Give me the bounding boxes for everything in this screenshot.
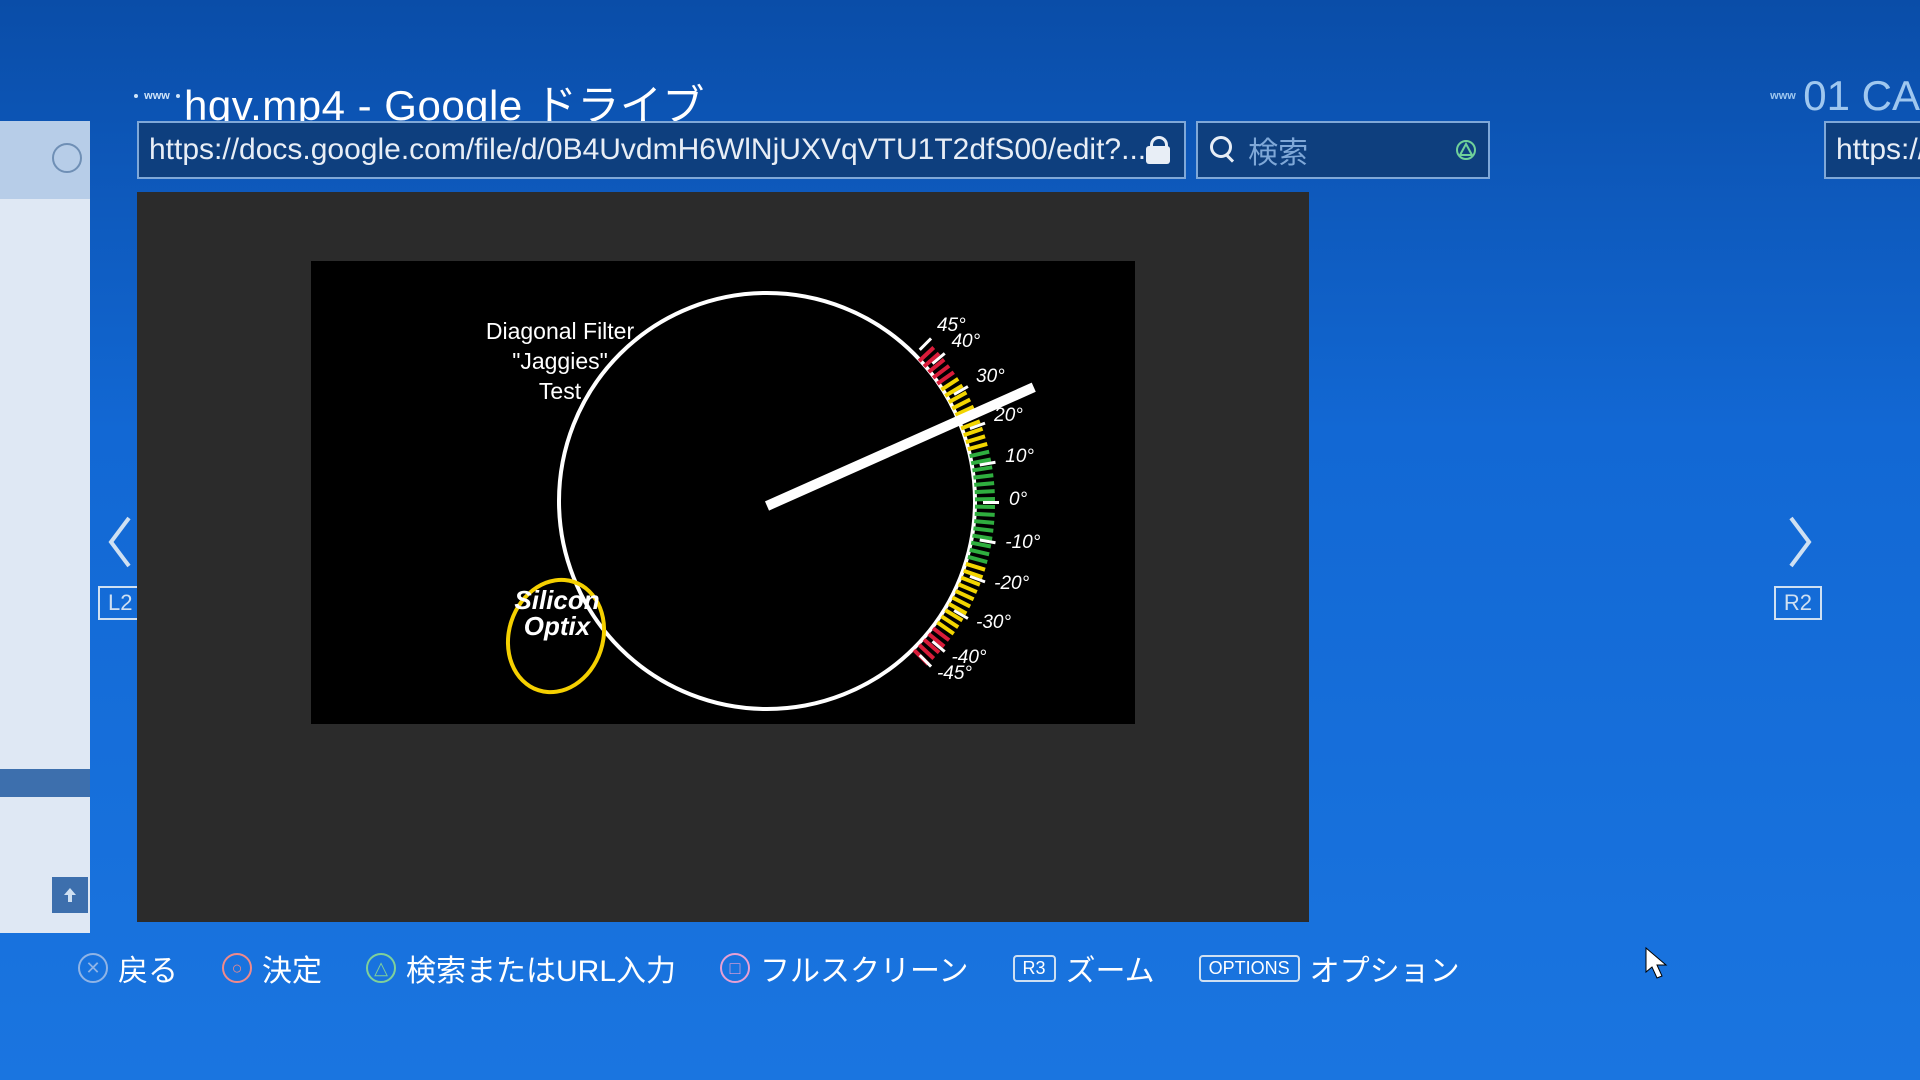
triangle-button-icon: △ [366,953,396,983]
triangle-icon [1456,140,1476,160]
gauge-tick-label: 40° [951,331,980,353]
gauge-tick-label: -20° [994,573,1029,595]
legend-confirm: ○決定 [222,946,322,990]
upload-icon[interactable] [52,877,88,913]
mouse-cursor-icon [1644,946,1670,980]
tab-title-right-peek: 01 CA [1803,72,1920,120]
r3-button-icon: R3 [1013,955,1056,982]
www-icon-right: www [1766,84,1800,108]
legend-back: ✕戻る [78,946,178,990]
button-legend: ✕戻る ○決定 △検索またはURL入力 □フルスクリーン R3ズーム OPTIO… [0,938,1920,998]
gauge-tick-label: 10° [1005,446,1034,468]
next-tab-arrow[interactable] [1783,514,1817,570]
options-button-icon: OPTIONS [1199,955,1300,982]
tab-strip: www hqv.mp4 - Google ドライブ www 01 CA [0,58,1920,123]
page-viewer[interactable]: Diagonal Filter "Jaggies" Test 45°40°30°… [137,192,1309,922]
legend-fullscreen: □フルスクリーン [720,946,969,990]
silicon-optix-logo: SiliconOptix [487,587,627,639]
prev-tab-peek-body[interactable] [0,199,90,933]
circle-button-icon: ○ [222,953,252,983]
search-bar[interactable]: 検索 [1196,121,1490,179]
cross-button-icon: ✕ [78,953,108,983]
r2-label: R2 [1774,586,1822,620]
url-bar[interactable]: https://docs.google.com/file/d/0B4UvdmH6… [137,121,1186,179]
url-text: https://docs.google.com/file/d/0B4UvdmH6… [149,133,1146,167]
gauge-tick-label: 30° [976,366,1005,388]
legend-options: OPTIONSオプション [1199,946,1460,990]
gauge-tick-label: -45° [937,663,972,685]
gauge [557,291,977,711]
l2-label: L2 [98,586,142,620]
search-icon [1210,136,1238,164]
gauge-tick-label: -10° [1005,532,1040,554]
search-placeholder: 検索 [1248,128,1308,172]
nav-row: https://docs.google.com/file/d/0B4UvdmH6… [137,121,1783,179]
next-tab-url-peek[interactable]: https://c [1824,121,1920,179]
gauge-tick-label: 20° [994,405,1023,427]
ps-logo-icon [52,143,82,173]
legend-search-url: △検索またはURL入力 [366,946,676,990]
prev-tab-peek-header[interactable] [0,121,90,199]
lock-icon [1146,136,1170,164]
square-button-icon: □ [720,953,750,983]
prev-tab-arrow[interactable] [103,514,137,570]
gauge-tick-label: 0° [1009,489,1027,511]
video-frame: Diagonal Filter "Jaggies" Test 45°40°30°… [311,261,1135,724]
www-icon: www [140,84,174,108]
gauge-tick-label: -30° [976,612,1011,634]
legend-zoom: R3ズーム [1013,946,1155,990]
